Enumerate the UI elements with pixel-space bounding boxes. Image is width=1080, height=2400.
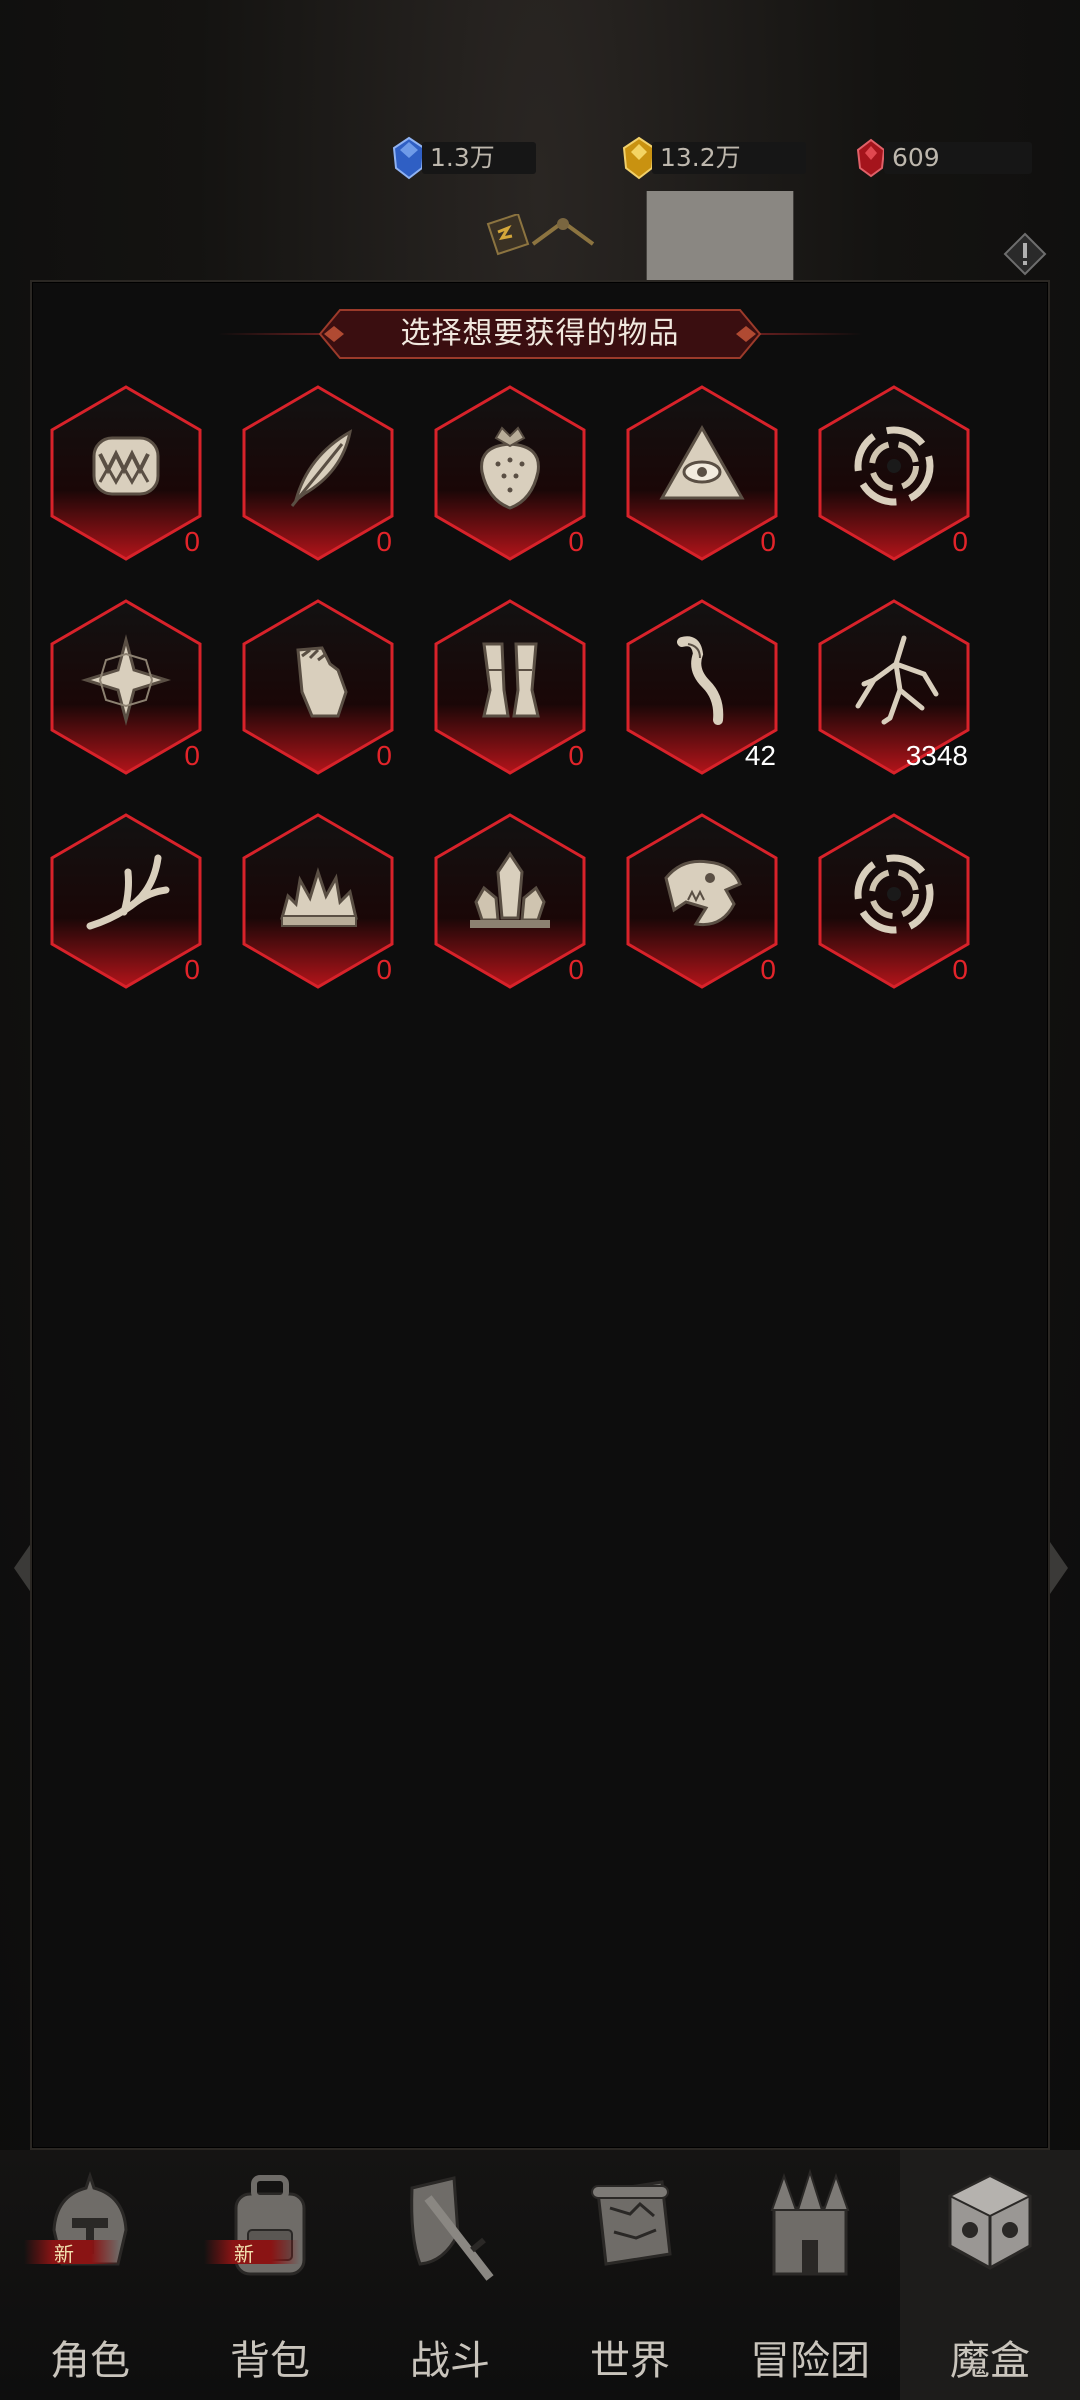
red-gem-value: 609 xyxy=(884,142,1032,174)
red-gem-counter: 609 xyxy=(852,136,1032,180)
item-count: 0 xyxy=(376,954,392,985)
new-badge-label: 新 xyxy=(234,2242,254,2266)
greaves-icon xyxy=(482,642,540,718)
item-slot[interactable]: 42 xyxy=(624,598,780,776)
item-count: 0 xyxy=(952,526,968,557)
crystal-cluster-icon xyxy=(470,851,550,928)
vortex-icon xyxy=(854,426,934,506)
item-count: 0 xyxy=(568,740,584,771)
nav-tab-label: 背包 xyxy=(230,2338,310,2384)
title-divider-left xyxy=(218,333,328,335)
strawberry-icon xyxy=(480,426,540,510)
item-slot[interactable]: 0 xyxy=(432,812,588,990)
backpack-icon xyxy=(234,2175,306,2276)
item-slot[interactable]: 0 xyxy=(432,598,588,776)
feather-icon xyxy=(290,429,353,507)
item-slot[interactable]: 0 xyxy=(240,812,396,990)
item-count: 0 xyxy=(184,740,200,771)
gauntlet-icon xyxy=(296,646,348,718)
map-scroll-icon xyxy=(591,2180,672,2266)
item-count: 0 xyxy=(568,954,584,985)
nav-tab-map-scroll[interactable]: 世界 xyxy=(540,2150,720,2400)
nav-tab-label: 战斗 xyxy=(410,2338,490,2384)
item-count: 0 xyxy=(568,526,584,557)
item-slot[interactable]: 0 xyxy=(48,384,204,562)
fangs-icon xyxy=(92,436,160,496)
nav-tab-castle[interactable]: 冒险团 xyxy=(720,2150,900,2400)
item-slot[interactable]: 0 xyxy=(816,812,972,990)
item-slot[interactable]: 0 xyxy=(624,812,780,990)
item-slot[interactable]: 0 xyxy=(432,384,588,562)
dialog-title: 选择想要获得的物品 xyxy=(400,316,680,351)
next-page-arrow[interactable] xyxy=(1048,1540,1070,1596)
item-count: 42 xyxy=(744,740,776,771)
nav-tab-label: 世界 xyxy=(590,2338,670,2384)
title-divider-right xyxy=(752,333,862,335)
nav-tab-label: 角色 xyxy=(50,2338,130,2384)
nav-tab-label: 冒险团 xyxy=(750,2338,870,2384)
nav-tab-backpack[interactable]: 新背包 xyxy=(180,2150,360,2400)
magic-cube-icon xyxy=(947,2174,1033,2270)
spiky-shell-icon xyxy=(280,867,358,927)
blue-gem-counter: 1.3万 xyxy=(390,136,536,180)
item-slot[interactable]: 0 xyxy=(624,384,780,562)
new-badge: 新 xyxy=(24,2240,120,2266)
item-count: 0 xyxy=(376,526,392,557)
helmet-icon xyxy=(52,2171,128,2266)
item-slot[interactable]: 0 xyxy=(240,384,396,562)
item-slot[interactable]: 3348 xyxy=(816,598,972,776)
item-count: 0 xyxy=(952,954,968,985)
item-count: 0 xyxy=(184,526,200,557)
star-crystal-icon xyxy=(80,634,172,726)
nav-tab-helmet[interactable]: 新角色 xyxy=(0,2150,180,2400)
item-slot[interactable]: 0 xyxy=(816,384,972,562)
info-alert-icon[interactable] xyxy=(1003,232,1047,276)
vortex-icon xyxy=(854,854,934,934)
new-badge: 新 xyxy=(204,2240,300,2266)
item-slot[interactable]: 0 xyxy=(48,812,204,990)
nav-tab-shield-sword[interactable]: 战斗 xyxy=(360,2150,540,2400)
antler-icon xyxy=(86,854,170,930)
item-count: 0 xyxy=(184,954,200,985)
item-count: 0 xyxy=(760,526,776,557)
roots-icon xyxy=(855,635,939,725)
item-count: 0 xyxy=(376,740,392,771)
item-count: 0 xyxy=(760,954,776,985)
hair-lock-icon xyxy=(677,636,724,725)
shield-sword-icon xyxy=(410,2176,494,2281)
item-slot[interactable]: 0 xyxy=(240,598,396,776)
new-badge-label: 新 xyxy=(54,2242,74,2266)
gold-gem-counter: 13.2万 xyxy=(620,136,806,180)
gold-gem-value: 13.2万 xyxy=(652,142,806,174)
guild-emblem-icon xyxy=(486,214,595,256)
item-slot[interactable]: 0 xyxy=(48,598,204,776)
nav-tab-label: 魔盒 xyxy=(950,2338,1030,2384)
currency-bar: 1.3万 13.2万 609 xyxy=(390,136,1050,1405)
blue-gem-value: 1.3万 xyxy=(422,142,536,174)
beast-skull-icon xyxy=(664,859,742,927)
nav-tab-magic-cube[interactable]: 魔盒 xyxy=(900,2150,1080,2400)
item-count: 3348 xyxy=(905,740,968,771)
eye-pyramid-icon xyxy=(659,424,745,500)
castle-icon xyxy=(770,2168,850,2276)
